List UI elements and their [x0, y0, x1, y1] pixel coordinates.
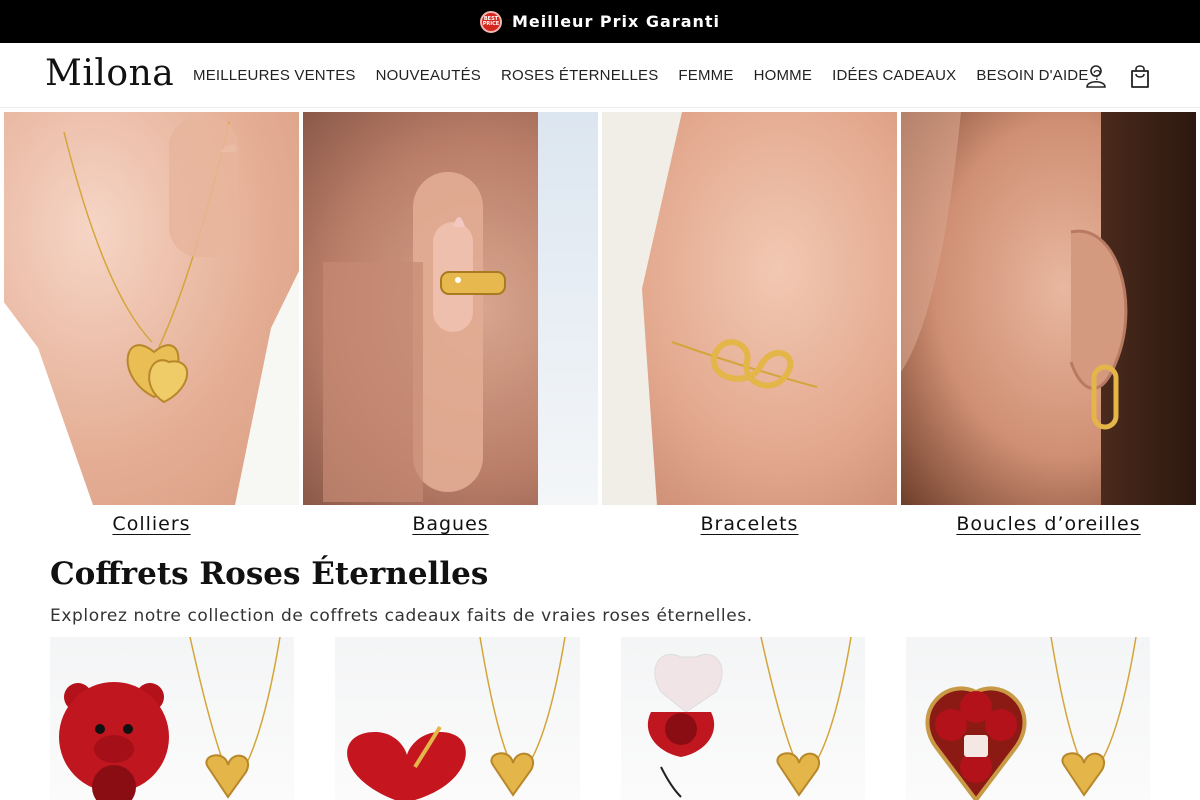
product-grid: [50, 637, 1150, 800]
section-title: Coffrets Roses Éternelles: [50, 556, 489, 592]
nav-item-eternal-roses[interactable]: ROSES ÉTERNELLES: [501, 67, 658, 84]
nav-item-gift-ideas[interactable]: IDÉES CADEAUX: [832, 67, 956, 84]
category-label[interactable]: Colliers: [4, 513, 299, 535]
product-card[interactable]: [620, 637, 865, 800]
ring-icon: [323, 172, 506, 502]
category-label[interactable]: Bagues: [303, 513, 598, 535]
account-icon[interactable]: [1085, 63, 1107, 89]
site-header: Milona MEILLEURES VENTES NOUVEAUTÉS ROSE…: [0, 43, 1200, 108]
teddy-bear-rose-icon: [59, 637, 281, 800]
product-card[interactable]: [905, 637, 1150, 800]
infinity-bracelet-icon: [671, 212, 877, 505]
boucles-image[interactable]: [901, 112, 1196, 505]
category-grid: Colliers Bagues Bracelets Boucles d’orei…: [4, 112, 1196, 535]
category-tile-colliers[interactable]: Colliers: [4, 112, 299, 535]
category-label[interactable]: Bracelets: [602, 513, 897, 535]
category-tile-bracelets[interactable]: Bracelets: [602, 112, 897, 535]
best-price-badge-icon: BEST PRICE: [479, 10, 502, 33]
product-card[interactable]: [335, 637, 580, 800]
heart-rose-box-icon: [647, 637, 852, 798]
announcement-bar: BEST PRICE Meilleur Prix Garanti: [0, 0, 1200, 43]
category-tile-boucles[interactable]: Boucles d’oreilles: [901, 112, 1196, 535]
nav-item-help[interactable]: BESOIN D'AIDE ?: [976, 67, 1101, 84]
nav-item-new[interactable]: NOUVEAUTÉS: [376, 67, 481, 84]
nav-item-men[interactable]: HOMME: [754, 67, 813, 84]
nav-item-women[interactable]: FEMME: [678, 67, 733, 84]
announcement-text: Meilleur Prix Garanti: [511, 12, 721, 31]
site-logo[interactable]: Milona: [45, 53, 174, 94]
section-subtitle: Explorez notre collection de coffrets ca…: [50, 606, 753, 626]
nav-item-best-sellers[interactable]: MEILLEURES VENTES: [193, 67, 356, 84]
category-label[interactable]: Boucles d’oreilles: [901, 513, 1196, 535]
bagues-image[interactable]: [303, 112, 598, 505]
header-icons: [1085, 63, 1151, 89]
bracelets-image[interactable]: [602, 112, 897, 505]
heart-necklace-icon: [63, 117, 239, 404]
colliers-image[interactable]: [4, 112, 299, 505]
category-tile-bagues[interactable]: Bagues: [303, 112, 598, 535]
product-card[interactable]: [50, 637, 295, 800]
earring-icon: [901, 112, 1128, 430]
shopping-bag-icon[interactable]: [1129, 63, 1151, 89]
badge-text: BEST PRICE: [482, 15, 500, 27]
heart-arrow-icon: [347, 637, 566, 800]
quad-rose-heart-box-icon: [925, 637, 1137, 800]
main-nav: MEILLEURES VENTES NOUVEAUTÉS ROSES ÉTERN…: [193, 67, 1101, 84]
